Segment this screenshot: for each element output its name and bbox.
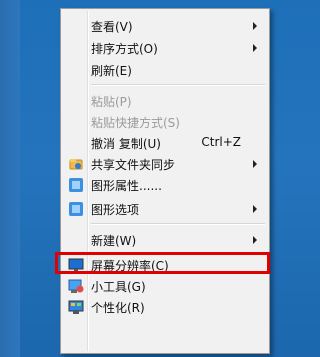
menu-item-label: 共享文件夹同步 [91, 158, 176, 172]
submenu-arrow-icon [253, 160, 257, 168]
menu-separator [91, 223, 265, 225]
menu-item-graphics-properties[interactable]: 图形属性...... [63, 175, 267, 195]
menu-item-view[interactable]: 查看(V) [63, 16, 267, 36]
menu-item-label: 图形属性...... [91, 179, 162, 193]
menu-item-label: 小工具(G) [91, 280, 146, 294]
menu-item-graphics-options[interactable]: 图形选项 [63, 199, 267, 219]
graphics-options-icon [69, 202, 83, 216]
menu-item-label: 粘贴快捷方式(S) [91, 116, 180, 130]
menu-item-label: 查看(V) [91, 20, 133, 34]
menu-item-label: 图形选项 [91, 203, 140, 217]
menu-item-sort-by[interactable]: 排序方式(O) [63, 38, 267, 58]
gadgets-icon [68, 279, 84, 293]
menu-item-label: 撤消 复制(U) [91, 137, 161, 151]
submenu-arrow-icon [253, 44, 257, 52]
menu-item-refresh[interactable]: 刷新(E) [63, 60, 267, 80]
menu-item-paste-shortcut: 粘贴快捷方式(S) [63, 112, 267, 132]
menu-item-personalize[interactable]: 个性化(R) [63, 297, 267, 317]
menu-item-paste: 粘贴(P) [63, 91, 267, 111]
menu-item-shortcut: Ctrl+Z [201, 135, 241, 149]
submenu-arrow-icon [253, 205, 257, 213]
menu-item-new[interactable]: 新建(W) [63, 230, 267, 250]
submenu-arrow-icon [253, 236, 257, 244]
menu-item-undo-copy[interactable]: 撤消 复制(U) Ctrl+Z [63, 133, 267, 153]
submenu-arrow-icon [253, 22, 257, 30]
highlight-box [55, 252, 270, 274]
menu-item-label: 刷新(E) [91, 64, 132, 78]
graphics-properties-icon [69, 178, 83, 192]
sync-folder-icon [69, 159, 83, 170]
menu-item-gadgets[interactable]: 小工具(G) [63, 276, 267, 296]
desktop-left-strip [0, 0, 20, 357]
menu-item-label: 粘贴(P) [91, 95, 132, 109]
menu-item-label: 排序方式(O) [91, 42, 158, 56]
menu-item-shared-folder-sync[interactable]: 共享文件夹同步 [63, 154, 267, 174]
desktop-context-menu: 查看(V) 排序方式(O) 刷新(E) 粘贴(P) 粘贴快捷方式(S) 撤消 复… [60, 8, 270, 354]
menu-item-label: 新建(W) [91, 234, 137, 248]
menu-separator [91, 84, 265, 86]
personalize-icon [68, 300, 84, 314]
menu-item-label: 个性化(R) [91, 301, 145, 315]
